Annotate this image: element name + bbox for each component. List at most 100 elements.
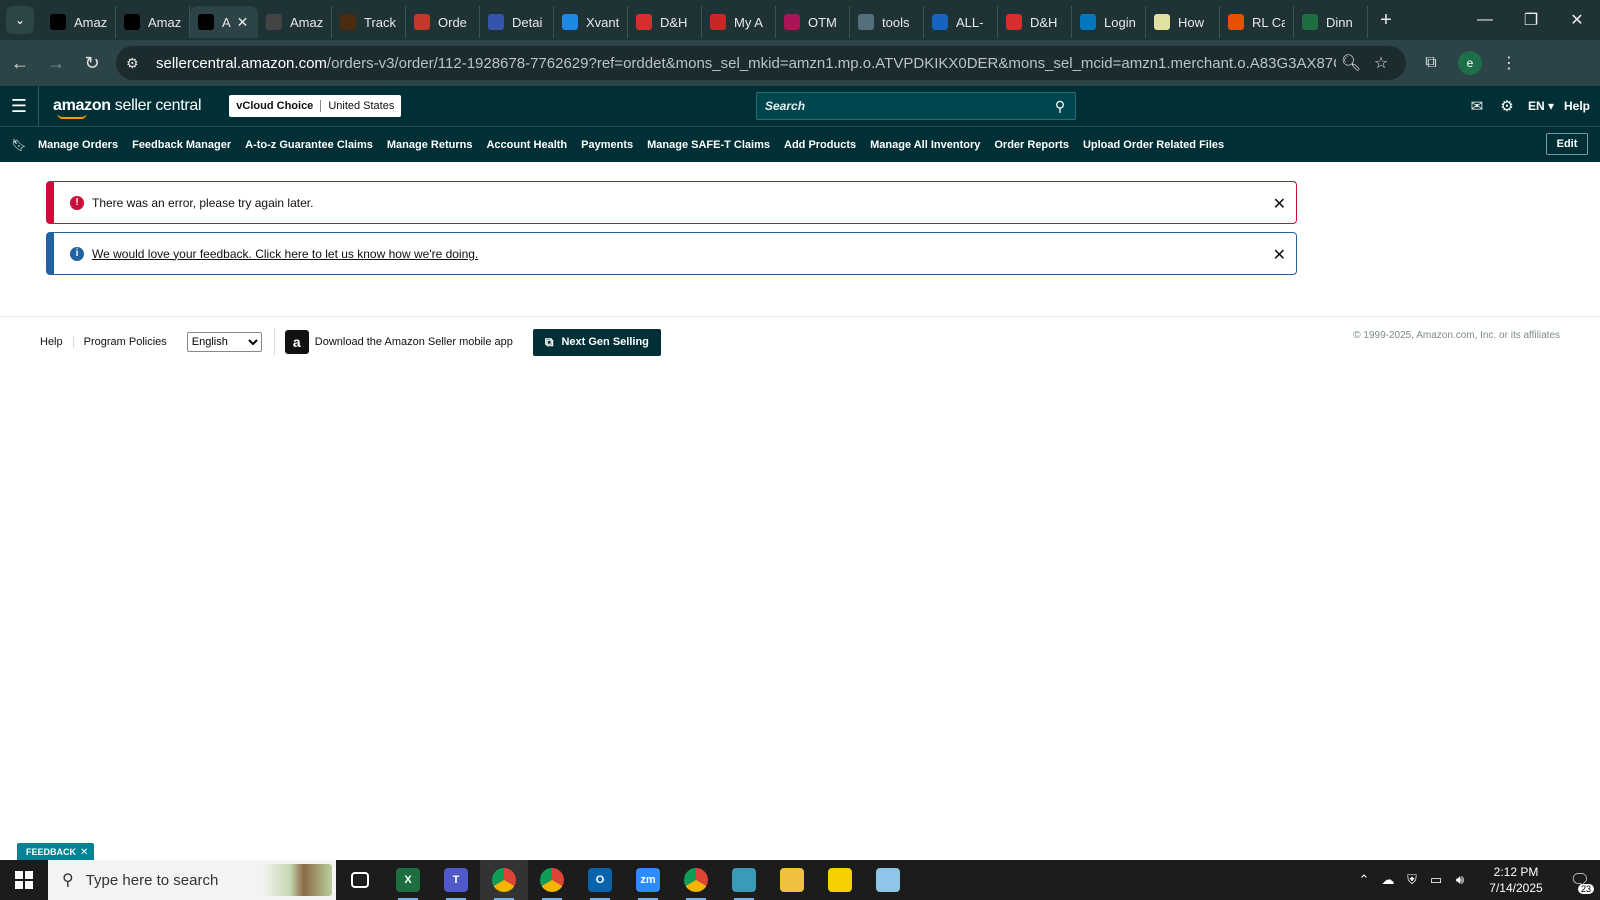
language-code: EN <box>1527 99 1545 113</box>
search-icon[interactable]: ⚲ <box>1045 98 1075 115</box>
seller-central-logo[interactable]: amazon seller central <box>38 86 215 126</box>
bookmark-icon[interactable]: 🔖︎ <box>0 138 38 152</box>
back-button[interactable]: ← <box>4 47 36 79</box>
taskbar-search[interactable]: ⚲ Type here to search <box>48 860 336 900</box>
nav-upload-order-files[interactable]: Upload Order Related Files <box>1083 139 1224 151</box>
browser-tab[interactable]: Orde <box>406 6 480 38</box>
security-icon[interactable]: ⛨ <box>1400 872 1424 888</box>
browser-tab[interactable]: tools <box>850 6 924 38</box>
taskbar-search-placeholder: Type here to search <box>85 871 219 889</box>
amazon-icon <box>198 14 214 30</box>
restore-button[interactable]: ❐ <box>1508 0 1554 40</box>
footer-help-link[interactable]: Help <box>40 336 74 348</box>
browser-tab[interactable]: Detai <box>480 6 554 38</box>
browser-tab[interactable]: RL Ca <box>1220 6 1294 38</box>
app-diamond-taskbar-button[interactable] <box>720 860 768 900</box>
browser-tab[interactable]: A ✕ <box>190 6 258 38</box>
url-text[interactable]: sellercentral.amazon.com/orders-v3/order… <box>156 55 1336 72</box>
browser-tab[interactable]: D&H <box>628 6 702 38</box>
help-link[interactable]: Help <box>1564 99 1590 113</box>
onedrive-icon[interactable]: ☁ <box>1376 872 1400 888</box>
download-app-link[interactable]: a Download the Amazon Seller mobile app <box>273 328 513 356</box>
volume-icon[interactable]: 🔊︎ <box>1448 872 1472 888</box>
task-view-taskbar-button[interactable] <box>336 860 384 900</box>
chrome-alt-taskbar-button[interactable] <box>672 860 720 900</box>
page-footer: Help Program Policies English a Download… <box>40 328 1560 356</box>
new-tab-button[interactable]: + <box>1372 6 1400 34</box>
language-selector[interactable]: EN ▾ <box>1528 99 1554 113</box>
close-icon[interactable]: ✕ <box>80 847 88 858</box>
start-button[interactable] <box>0 860 48 900</box>
excel-taskbar-button[interactable]: X <box>384 860 432 900</box>
bookmark-star-icon[interactable]: ☆ <box>1366 53 1396 73</box>
chevron-up-icon[interactable]: ⌃ <box>1352 872 1376 888</box>
tab-title: ALL- <box>956 14 984 30</box>
nav-account-health[interactable]: Account Health <box>486 139 567 151</box>
browser-tab[interactable]: Xvant <box>554 6 628 38</box>
browser-tab[interactable]: How <box>1146 6 1220 38</box>
windows-taskbar: ⚲ Type here to search X T Ozm ⌃ ☁ ⛨ ▭ 🔊︎ 2… <box>0 860 1600 900</box>
close-icon[interactable]: ✕ <box>1273 245 1286 265</box>
network-icon[interactable]: ▭ <box>1424 872 1448 888</box>
chrome-taskbar-button[interactable] <box>480 860 528 900</box>
teams-taskbar-button[interactable]: T <box>432 860 480 900</box>
nav-manage-inventory[interactable]: Manage All Inventory <box>870 139 980 151</box>
browser-tab[interactable]: Amaz <box>116 6 190 38</box>
zoom-taskbar-button[interactable]: zm <box>624 860 672 900</box>
browser-tab[interactable]: ALL- <box>924 6 998 38</box>
browser-tab[interactable]: Amaz <box>258 6 332 38</box>
nav-manage-returns[interactable]: Manage Returns <box>387 139 473 151</box>
forward-button[interactable]: → <box>40 47 72 79</box>
nav-payments[interactable]: Payments <box>581 139 633 151</box>
reload-button[interactable]: ↻ <box>76 47 108 79</box>
nav-safe-t-claims[interactable]: Manage SAFE-T Claims <box>647 139 770 151</box>
nav-a-to-z-claims[interactable]: A-to-z Guarantee Claims <box>245 139 373 151</box>
feedback-tab[interactable]: FEEDBACK ✕ <box>17 843 95 861</box>
window-controls: — ❐ ✕ <box>1462 0 1600 40</box>
site-settings-icon[interactable]: ⚙ <box>126 55 146 72</box>
nav-add-products[interactable]: Add Products <box>784 139 856 151</box>
edit-nav-button[interactable]: Edit <box>1546 133 1588 155</box>
browser-tab[interactable]: D&H <box>998 6 1072 38</box>
tab-title: Amaz <box>290 14 323 30</box>
browser-tab[interactable]: Login <box>1072 6 1146 38</box>
feedback-link[interactable]: We would love your feedback. Click here … <box>92 247 478 261</box>
tab-title: OTM <box>808 14 837 30</box>
address-bar[interactable]: ⚙ sellercentral.amazon.com/orders-v3/ord… <box>116 46 1406 80</box>
next-gen-selling-button[interactable]: ⧉ Next Gen Selling <box>532 328 661 356</box>
notepad-taskbar-button[interactable] <box>864 860 912 900</box>
tab-search-button[interactable]: ⌄ <box>6 6 34 34</box>
browser-tab[interactable]: OTM <box>776 6 850 38</box>
language-select[interactable]: English <box>186 332 262 352</box>
outlook-taskbar-button[interactable]: O <box>576 860 624 900</box>
nav-feedback-manager[interactable]: Feedback Manager <box>132 139 231 151</box>
chrome-profile-taskbar-button[interactable] <box>528 860 576 900</box>
taskbar-clock[interactable]: 2:12 PM 7/14/2025 <box>1476 864 1556 896</box>
close-tab-icon[interactable]: ✕ <box>237 14 249 31</box>
mail-icon[interactable]: ✉ <box>1462 97 1492 115</box>
close-window-button[interactable]: ✕ <box>1554 0 1600 40</box>
extensions-icon[interactable]: ⧉ <box>1414 54 1448 72</box>
browser-tab[interactable]: Dinn <box>1294 6 1368 38</box>
gear-icon[interactable]: ⚙ <box>1492 97 1522 115</box>
sticky-notes-taskbar-button[interactable] <box>816 860 864 900</box>
footer-program-policies-link[interactable]: Program Policies <box>84 336 177 348</box>
search-highlight-image <box>262 864 332 896</box>
url-path: /orders-v3/order/112-1928678-7762629?ref… <box>326 54 1336 72</box>
zoom-icon[interactable]: 🔍︎ <box>1336 53 1366 73</box>
minimize-button[interactable]: — <box>1462 0 1508 40</box>
file-explorer-taskbar-button[interactable] <box>768 860 816 900</box>
store-switcher[interactable]: vCloud Choice United States <box>229 95 402 117</box>
notification-center-button[interactable]: 🗨︎ 23 <box>1560 860 1600 900</box>
browser-menu-icon[interactable]: ⋮ <box>1492 53 1526 73</box>
amazon-icon <box>124 14 140 30</box>
browser-tab[interactable]: My A <box>702 6 776 38</box>
close-icon[interactable]: ✕ <box>1273 194 1286 214</box>
nav-order-reports[interactable]: Order Reports <box>994 139 1069 151</box>
nav-manage-orders[interactable]: Manage Orders <box>38 139 118 151</box>
browser-tab[interactable]: Amaz <box>42 6 116 38</box>
search-input[interactable] <box>757 93 1045 119</box>
hamburger-menu-icon[interactable]: ☰ <box>0 86 38 126</box>
browser-tab[interactable]: Track <box>332 6 406 38</box>
profile-avatar[interactable]: e <box>1458 51 1482 75</box>
